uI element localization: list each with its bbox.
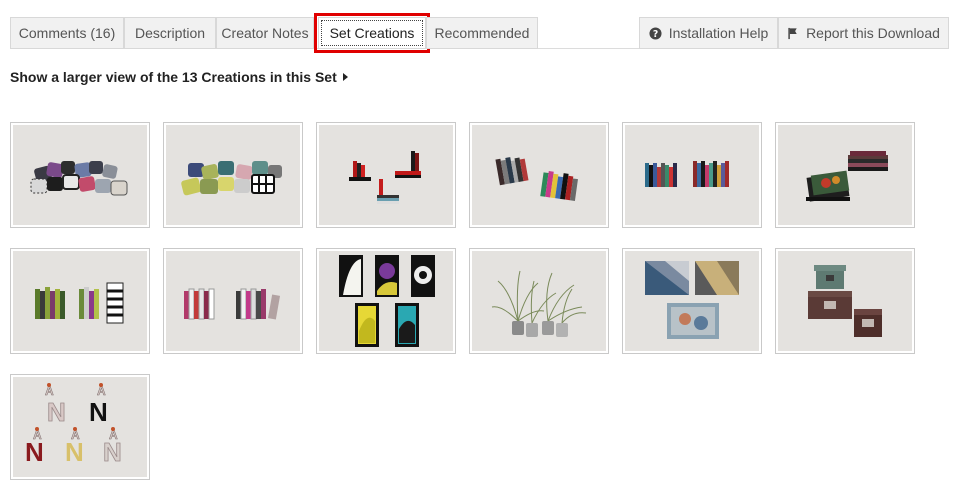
creation-thumbnail-pillows-color[interactable] (163, 122, 303, 228)
tab-recommended[interactable]: Recommended (426, 17, 538, 49)
creation-thumbnail-book-stacks-red[interactable] (316, 122, 456, 228)
installation-help-label: Installation Help (668, 25, 769, 41)
creation-thumbnail-storage-boxes[interactable] (775, 248, 915, 354)
creation-thumbnail-magazine-stacks[interactable] (775, 122, 915, 228)
creation-thumbnail-books-leaning[interactable] (469, 122, 609, 228)
tab-label: Description (134, 25, 206, 41)
tab-comments[interactable]: Comments (16) (10, 17, 124, 49)
creation-thumbnail-books-row[interactable] (622, 122, 762, 228)
tab-label: Recommended (434, 25, 530, 41)
installation-help-button[interactable]: ? Installation Help (639, 17, 778, 49)
tab-label: Set Creations (321, 20, 423, 46)
flag-icon (788, 27, 797, 39)
creation-thumbnail-pillows-pattern[interactable] (10, 122, 150, 228)
larger-view-link[interactable]: Show a larger view of the 13 Creations i… (10, 69, 348, 85)
creation-thumbnail-grass-plants[interactable] (469, 248, 609, 354)
tab-set-creations[interactable]: Set Creations (314, 13, 430, 53)
report-download-button[interactable]: Report this Download (778, 17, 949, 49)
creation-thumbnail-letter-n-decor[interactable]: N N N N N AA AAA (10, 374, 150, 480)
larger-view-label: Show a larger view of the 13 Creations i… (10, 69, 337, 85)
question-circle-icon: ? (649, 26, 662, 39)
tab-label: Creator Notes (221, 25, 309, 41)
svg-text:N: N (47, 397, 66, 427)
creation-thumbnail-rug-panels[interactable] (622, 248, 762, 354)
creation-thumbnail-abstract-art-frames[interactable] (316, 248, 456, 354)
tab-label: Comments (16) (18, 25, 116, 41)
tab-creator-notes[interactable]: Creator Notes (216, 17, 314, 49)
svg-text:N: N (89, 397, 108, 427)
creation-thumbnail-books-pink-row[interactable] (163, 248, 303, 354)
tab-bar: Comments (16) Description Creator Notes … (10, 13, 949, 53)
creation-thumbnail-books-green-row[interactable] (10, 248, 150, 354)
svg-text:?: ? (653, 28, 658, 39)
report-download-label: Report this Download (806, 25, 940, 41)
caret-right-icon (342, 73, 348, 81)
tab-description[interactable]: Description (124, 17, 216, 49)
